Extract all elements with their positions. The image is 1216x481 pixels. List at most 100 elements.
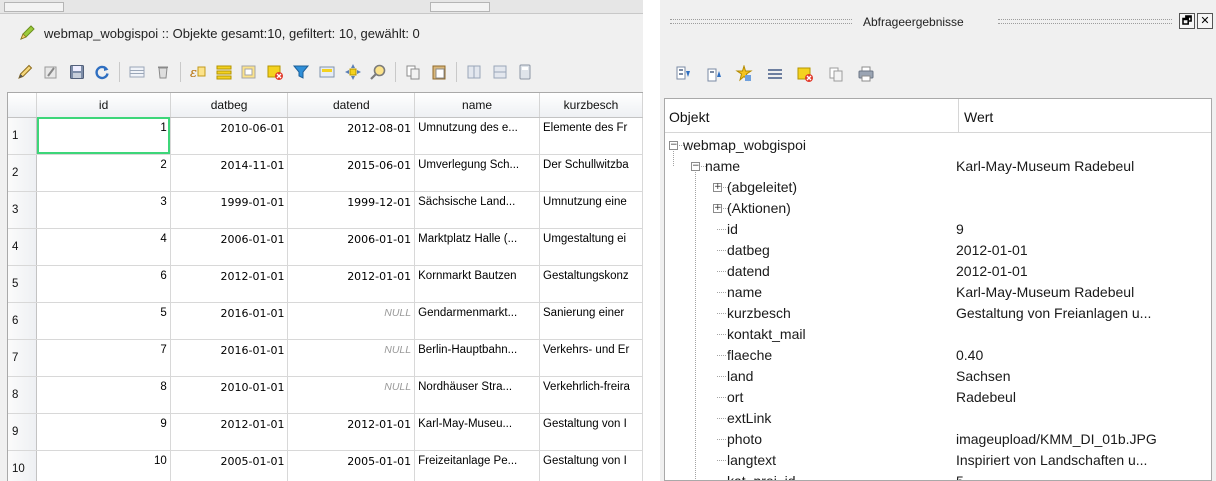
collapse-toggle-icon[interactable]: − <box>691 162 700 171</box>
collapse-toggle-icon[interactable]: − <box>669 141 678 150</box>
row-header[interactable]: 1 <box>8 117 38 155</box>
tree-item-attribute[interactable]: kurzbesch Gestaltung von Freianlagen u... <box>665 303 1211 324</box>
clear-results-icon[interactable] <box>766 65 784 83</box>
panel-dock-bar[interactable]: Abfrageergebnisse 🗗 ✕ <box>660 6 1216 34</box>
column-header-id[interactable]: id <box>36 93 171 118</box>
cell-id[interactable]: 9 <box>36 413 171 451</box>
pan-to-selection-icon[interactable] <box>344 63 362 81</box>
cell-name[interactable]: Karl-May-Museu... <box>414 413 541 451</box>
field-calculator-icon[interactable] <box>516 63 534 81</box>
row-header[interactable]: 9 <box>8 413 38 451</box>
table-row[interactable]: 4 4 2006-01-01 2006-01-01 Marktplatz Halle (… <box>8 228 643 266</box>
cell-datend[interactable]: 2012-01-01 <box>287 265 416 303</box>
move-selection-top-icon[interactable] <box>318 63 336 81</box>
cell-name[interactable]: Umverlegung Sch... <box>414 154 541 192</box>
tree-item-attribute[interactable]: langtext Inspiriert von Landschaften u... <box>665 450 1211 471</box>
cell-id[interactable]: 8 <box>36 376 171 414</box>
cell-name[interactable]: Umnutzung des e... <box>414 117 541 155</box>
cell-datbeg[interactable]: 1999-01-01 <box>170 191 289 229</box>
close-panel-button[interactable]: ✕ <box>1197 13 1213 29</box>
row-header[interactable]: 3 <box>8 191 38 229</box>
cell-name[interactable]: Freizeitanlage Pe... <box>414 450 541 481</box>
copy-feature-icon[interactable] <box>827 65 845 83</box>
column-header-datbeg[interactable]: datbeg <box>170 93 289 118</box>
table-row[interactable]: 1 1 2010-06-01 2012-08-01 Umnutzung des e...… <box>8 117 643 155</box>
dock-grip-left[interactable] <box>670 19 852 24</box>
column-header-object[interactable]: Objekt <box>669 109 709 125</box>
cell-datbeg[interactable]: 2016-01-01 <box>170 339 289 377</box>
cell-name[interactable]: Marktplatz Halle (... <box>414 228 541 266</box>
cell-kurzbesch[interactable]: Umnutzung eine <box>539 191 643 229</box>
cell-datbeg[interactable]: 2016-01-01 <box>170 302 289 340</box>
cell-id[interactable]: 4 <box>36 228 171 266</box>
expression-select-icon[interactable]: ε <box>189 63 207 81</box>
tree-item-derived[interactable]: + (abgeleitet) <box>665 177 1211 198</box>
cell-id[interactable]: 3 <box>36 191 171 229</box>
cell-datbeg[interactable]: 2006-01-01 <box>170 228 289 266</box>
cell-datend[interactable]: 2012-01-01 <box>287 413 416 451</box>
tree-item-attribute[interactable]: ort Radebeul <box>665 387 1211 408</box>
table-row[interactable]: 7 7 2016-01-01 NULL Berlin-Hauptbahn... Verke… <box>8 339 643 377</box>
cell-id[interactable]: 1 <box>36 117 171 155</box>
dock-grip-right[interactable] <box>998 19 1172 24</box>
collapse-tree-icon[interactable] <box>705 65 723 83</box>
table-row[interactable]: 3 3 1999-01-01 1999-12-01 Sächsische Land...… <box>8 191 643 229</box>
paste-icon[interactable] <box>430 63 448 81</box>
row-header[interactable]: 6 <box>8 302 38 340</box>
expand-new-results-icon[interactable] <box>735 65 753 83</box>
cell-datbeg[interactable]: 2012-01-01 <box>170 413 289 451</box>
tree-item-attribute[interactable]: kat_proj_id 5 <box>665 471 1211 480</box>
tree-item-attribute[interactable]: photo imageupload/KMM_DI_01b.JPG <box>665 429 1211 450</box>
column-header-kurzbesch[interactable]: kurzbesch <box>539 93 643 118</box>
cell-datend[interactable]: 2006-01-01 <box>287 228 416 266</box>
save-icon[interactable] <box>68 63 86 81</box>
cell-id[interactable]: 6 <box>36 265 171 303</box>
cell-datend[interactable]: 2005-01-01 <box>287 450 416 481</box>
cell-datend[interactable]: 2015-06-01 <box>287 154 416 192</box>
zoom-to-selection-icon[interactable] <box>369 63 387 81</box>
print-icon[interactable] <box>857 65 875 83</box>
deselect-icon[interactable] <box>266 63 284 81</box>
cell-datbeg[interactable]: 2005-01-01 <box>170 450 289 481</box>
row-header[interactable]: 5 <box>8 265 38 303</box>
cell-datend[interactable]: NULL <box>287 339 416 377</box>
cell-id[interactable]: 5 <box>36 302 171 340</box>
cell-kurzbesch[interactable]: Gestaltung von I <box>539 413 643 451</box>
tree-item-feature[interactable]: − name Karl-May-Museum Radebeul <box>665 156 1211 177</box>
deselect-feature-icon[interactable] <box>796 65 814 83</box>
row-header[interactable]: 2 <box>8 154 38 192</box>
cell-datend[interactable]: NULL <box>287 376 416 414</box>
table-row[interactable]: 9 9 2012-01-01 2012-01-01 Karl-May-Museu... G… <box>8 413 643 451</box>
column-header-value[interactable]: Wert <box>964 109 993 125</box>
cell-name[interactable]: Nordhäuser Stra... <box>414 376 541 414</box>
table-row[interactable]: 2 2 2014-11-01 2015-06-01 Umverlegung Sch...… <box>8 154 643 192</box>
delete-feature-icon[interactable] <box>154 63 172 81</box>
select-all-icon[interactable] <box>215 63 233 81</box>
float-panel-button[interactable]: 🗗 <box>1179 13 1195 29</box>
expand-toggle-icon[interactable]: + <box>713 183 722 192</box>
cell-datend[interactable]: 2012-08-01 <box>287 117 416 155</box>
new-field-icon[interactable] <box>491 63 509 81</box>
cell-kurzbesch[interactable]: Sanierung einer <box>539 302 643 340</box>
cell-datend[interactable]: NULL <box>287 302 416 340</box>
tree-item-attribute[interactable]: land Sachsen <box>665 366 1211 387</box>
cell-datbeg[interactable]: 2010-06-01 <box>170 117 289 155</box>
row-header[interactable]: 4 <box>8 228 38 266</box>
tree-item-attribute[interactable]: datend 2012-01-01 <box>665 261 1211 282</box>
row-header[interactable]: 7 <box>8 339 38 377</box>
row-header[interactable]: 10 <box>8 450 38 481</box>
add-feature-icon[interactable] <box>128 63 146 81</box>
table-row[interactable]: 8 8 2010-01-01 NULL Nordhäuser Stra... Verkeh… <box>8 376 643 414</box>
table-row[interactable]: 5 6 2012-01-01 2012-01-01 Kornmarkt Bautzen G… <box>8 265 643 303</box>
cell-kurzbesch[interactable]: Verkehrlich-freira <box>539 376 643 414</box>
tree-item-actions[interactable]: + (Aktionen) <box>665 198 1211 219</box>
attribute-grid[interactable]: id datbeg datend name kurzbesch 1 1 2010-0… <box>7 92 643 481</box>
column-header-name[interactable]: name <box>414 93 541 118</box>
table-row[interactable]: 6 5 2016-01-01 NULL Gendarmenmarkt... Sanieru… <box>8 302 643 340</box>
tree-item-attribute[interactable]: extLink <box>665 408 1211 429</box>
column-header-datend[interactable]: datend <box>287 93 416 118</box>
cell-kurzbesch[interactable]: Gestaltungskonz <box>539 265 643 303</box>
tree-item-attribute[interactable]: datbeg 2012-01-01 <box>665 240 1211 261</box>
tree-item-attribute[interactable]: flaeche 0.40 <box>665 345 1211 366</box>
reload-icon[interactable] <box>93 63 111 81</box>
